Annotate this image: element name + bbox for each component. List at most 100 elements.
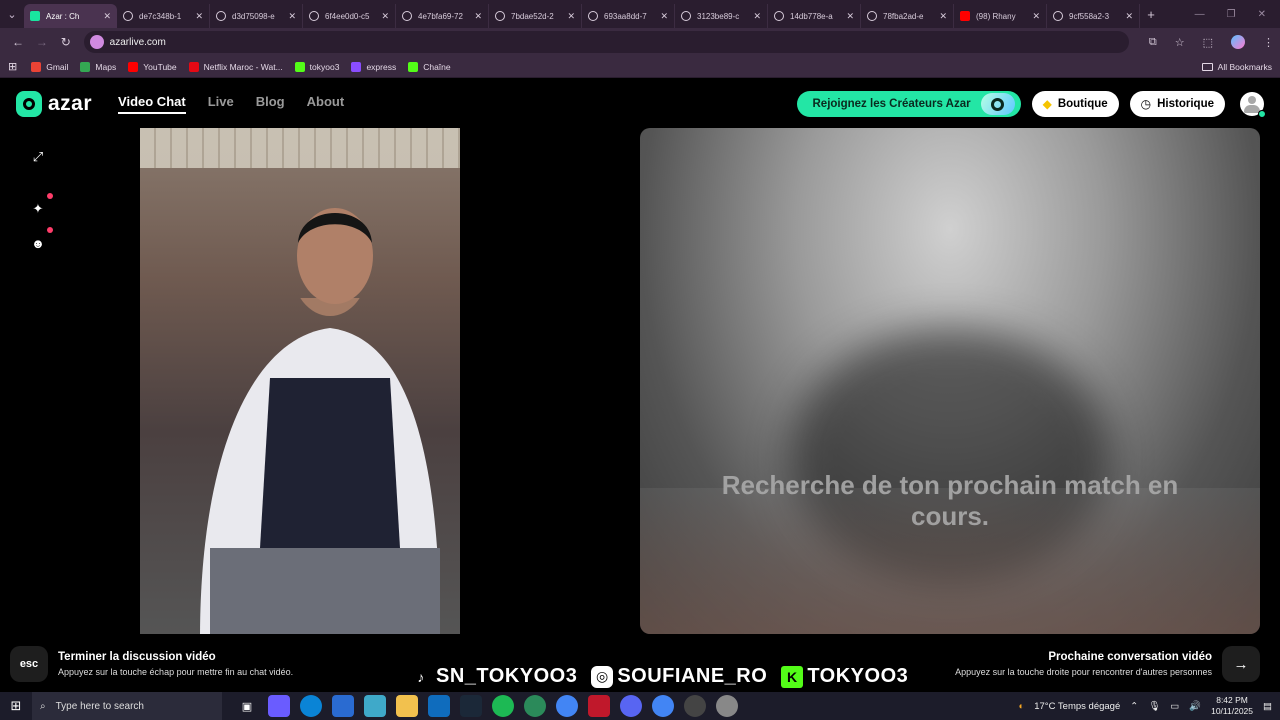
creator-badge-icon bbox=[980, 93, 1015, 115]
volume-icon[interactable]: 🔊 bbox=[1189, 701, 1201, 712]
bookmark-item[interactable]: express bbox=[351, 61, 396, 72]
new-tab-button[interactable]: + bbox=[1140, 7, 1162, 22]
obs-icon[interactable] bbox=[684, 695, 706, 717]
browser-tab[interactable]: 14db778e-a ✕ bbox=[768, 4, 861, 28]
history-button[interactable]: ◷ Historique bbox=[1129, 91, 1225, 117]
bookmark-favicon-icon bbox=[408, 61, 419, 72]
taskbar-search-box[interactable]: ⌕ Type here to search bbox=[32, 692, 222, 720]
instagram-handle-text: SOUFIANE_RO bbox=[617, 665, 768, 687]
tab-label: 3123be89-c bbox=[697, 11, 740, 21]
next-chat-arrow-button[interactable]: → bbox=[1222, 646, 1260, 682]
browser-tab[interactable]: de7c348b-1 ✕ bbox=[117, 4, 210, 28]
nav-item-blog[interactable]: Blog bbox=[256, 94, 285, 114]
browser-tab[interactable]: 6f4ee0d0-c5 ✕ bbox=[303, 4, 396, 28]
menu-kebab-icon[interactable]: ⋮ bbox=[1263, 36, 1274, 49]
effects-sparkle-button[interactable]: ✦ bbox=[29, 193, 53, 218]
copilot-icon[interactable] bbox=[268, 695, 290, 717]
windows-start-icon[interactable]: ⊞ bbox=[0, 692, 32, 720]
nav-item-video-chat[interactable]: Video Chat bbox=[118, 94, 186, 114]
swap-camera-button[interactable]: ⤢ bbox=[29, 148, 47, 166]
tab-close-icon[interactable]: ✕ bbox=[567, 11, 575, 22]
restore-icon[interactable]: ❐ bbox=[1227, 9, 1236, 20]
self-camera-face-image bbox=[297, 208, 373, 304]
app-grey-icon[interactable] bbox=[716, 695, 738, 717]
searching-match-text: Recherche de ton prochain match en cours… bbox=[721, 470, 1179, 531]
steam-icon[interactable] bbox=[460, 695, 482, 717]
tab-close-icon[interactable]: ✕ bbox=[288, 11, 296, 22]
bookmark-star-icon[interactable]: ☆ bbox=[1175, 36, 1185, 49]
bookmark-item[interactable]: Maps bbox=[80, 61, 116, 72]
outlook-icon[interactable] bbox=[428, 695, 450, 717]
reload-icon[interactable]: ↻ bbox=[54, 35, 78, 49]
tab-close-icon[interactable]: ✕ bbox=[660, 11, 668, 22]
profile-avatar-icon[interactable] bbox=[1231, 35, 1245, 49]
weather-text[interactable]: 17°C Temps dégagé bbox=[1034, 701, 1120, 712]
end-chat-esc-button[interactable]: esc bbox=[10, 646, 48, 682]
tab-close-icon[interactable]: ✕ bbox=[474, 11, 482, 22]
tab-close-icon[interactable]: ✕ bbox=[1032, 11, 1040, 22]
bookmark-item[interactable]: YouTube bbox=[128, 61, 177, 72]
tab-close-icon[interactable]: ✕ bbox=[753, 11, 761, 22]
kick-handle-text: TOKYOO3 bbox=[807, 665, 909, 687]
browser-tab[interactable]: d3d75098-e ✕ bbox=[210, 4, 303, 28]
nav-item-about[interactable]: About bbox=[307, 94, 345, 114]
tab-search-icon[interactable]: ⌄ bbox=[0, 0, 24, 28]
utorrent-icon[interactable] bbox=[524, 695, 546, 717]
tab-close-icon[interactable]: ✕ bbox=[939, 11, 947, 22]
discord-icon[interactable] bbox=[620, 695, 642, 717]
bookmark-item[interactable]: Chaîne bbox=[408, 61, 451, 72]
task-view-icon[interactable]: ▣ bbox=[236, 695, 258, 717]
all-bookmarks-button[interactable]: All Bookmarks bbox=[1201, 62, 1272, 72]
file-explorer-icon[interactable] bbox=[396, 695, 418, 717]
microphone-icon[interactable]: 🎙 bbox=[1148, 701, 1160, 712]
close-window-icon[interactable]: ✕ bbox=[1258, 9, 1266, 20]
browser-tab[interactable]: 9cf558a2-3 ✕ bbox=[1047, 4, 1140, 28]
tiktok-handle-text: SN_TOKYOO3 bbox=[436, 665, 578, 687]
extensions-icon[interactable]: ⬚ bbox=[1203, 36, 1213, 49]
bookmark-item[interactable]: tokyoo3 bbox=[294, 61, 339, 72]
chrome-icon[interactable] bbox=[556, 695, 578, 717]
globe-favicon-icon bbox=[867, 11, 877, 21]
tab-close-icon[interactable]: ✕ bbox=[381, 11, 389, 22]
spotify-icon[interactable] bbox=[492, 695, 514, 717]
browser-tab[interactable]: 7bdae52d-2 ✕ bbox=[489, 4, 582, 28]
tab-close-icon[interactable]: ✕ bbox=[1125, 11, 1133, 22]
join-creators-button[interactable]: Rejoignez les Créateurs Azar bbox=[796, 91, 1021, 117]
apps-grid-icon[interactable]: ⊞ bbox=[8, 60, 17, 73]
site-info-icon[interactable] bbox=[89, 35, 104, 49]
browser-tab[interactable]: 3123be89-c ✕ bbox=[675, 4, 768, 28]
tab-close-icon[interactable]: ✕ bbox=[195, 11, 203, 22]
address-bar[interactable]: azarlive.com bbox=[83, 31, 1129, 53]
app-icon[interactable] bbox=[364, 695, 386, 717]
forward-icon[interactable]: → bbox=[30, 35, 54, 49]
install-app-icon[interactable]: ⧉ bbox=[1149, 36, 1157, 49]
minimize-icon[interactable]: — bbox=[1195, 9, 1205, 20]
store-icon[interactable] bbox=[332, 695, 354, 717]
face-mask-button[interactable]: ☻ bbox=[29, 227, 53, 252]
chrome-profile-icon[interactable] bbox=[652, 695, 674, 717]
edge-icon[interactable] bbox=[300, 695, 322, 717]
tray-chevron-icon[interactable]: ⌃ bbox=[1130, 701, 1138, 712]
azar-logo[interactable]: azar bbox=[16, 91, 92, 117]
tab-close-icon[interactable]: ✕ bbox=[846, 11, 854, 22]
notifications-icon[interactable]: ▤ bbox=[1263, 701, 1272, 712]
bookmark-item[interactable]: Netflix Maroc - Wat... bbox=[188, 61, 283, 72]
back-icon[interactable]: ← bbox=[6, 35, 30, 49]
nav-item-live[interactable]: Live bbox=[208, 94, 234, 114]
clock[interactable]: 8:42 PM 10/11/2025 bbox=[1211, 695, 1253, 717]
azar-favicon-icon bbox=[30, 11, 40, 21]
browser-tab[interactable]: Azar : Ch ✕ bbox=[24, 4, 117, 28]
bookmark-item[interactable]: Gmail bbox=[31, 61, 68, 72]
browser-tab[interactable]: 693aa8dd-7 ✕ bbox=[582, 4, 675, 28]
browser-tab[interactable]: 78fba2ad-e ✕ bbox=[861, 4, 954, 28]
tab-close-icon[interactable]: ✕ bbox=[103, 11, 111, 22]
instagram-icon: ◎ bbox=[591, 665, 614, 688]
app-red-icon[interactable] bbox=[588, 695, 610, 717]
network-icon[interactable]: ▭ bbox=[1170, 701, 1179, 712]
user-avatar[interactable] bbox=[1240, 92, 1266, 118]
browser-tab[interactable]: (98) Rhany ✕ bbox=[954, 4, 1047, 28]
weather-icon[interactable]: ◐ bbox=[1018, 701, 1024, 712]
bookmark-favicon-icon bbox=[188, 61, 199, 72]
browser-tab[interactable]: 4e7bfa69-72 ✕ bbox=[396, 4, 489, 28]
shop-button[interactable]: ◆ Boutique bbox=[1031, 91, 1119, 117]
